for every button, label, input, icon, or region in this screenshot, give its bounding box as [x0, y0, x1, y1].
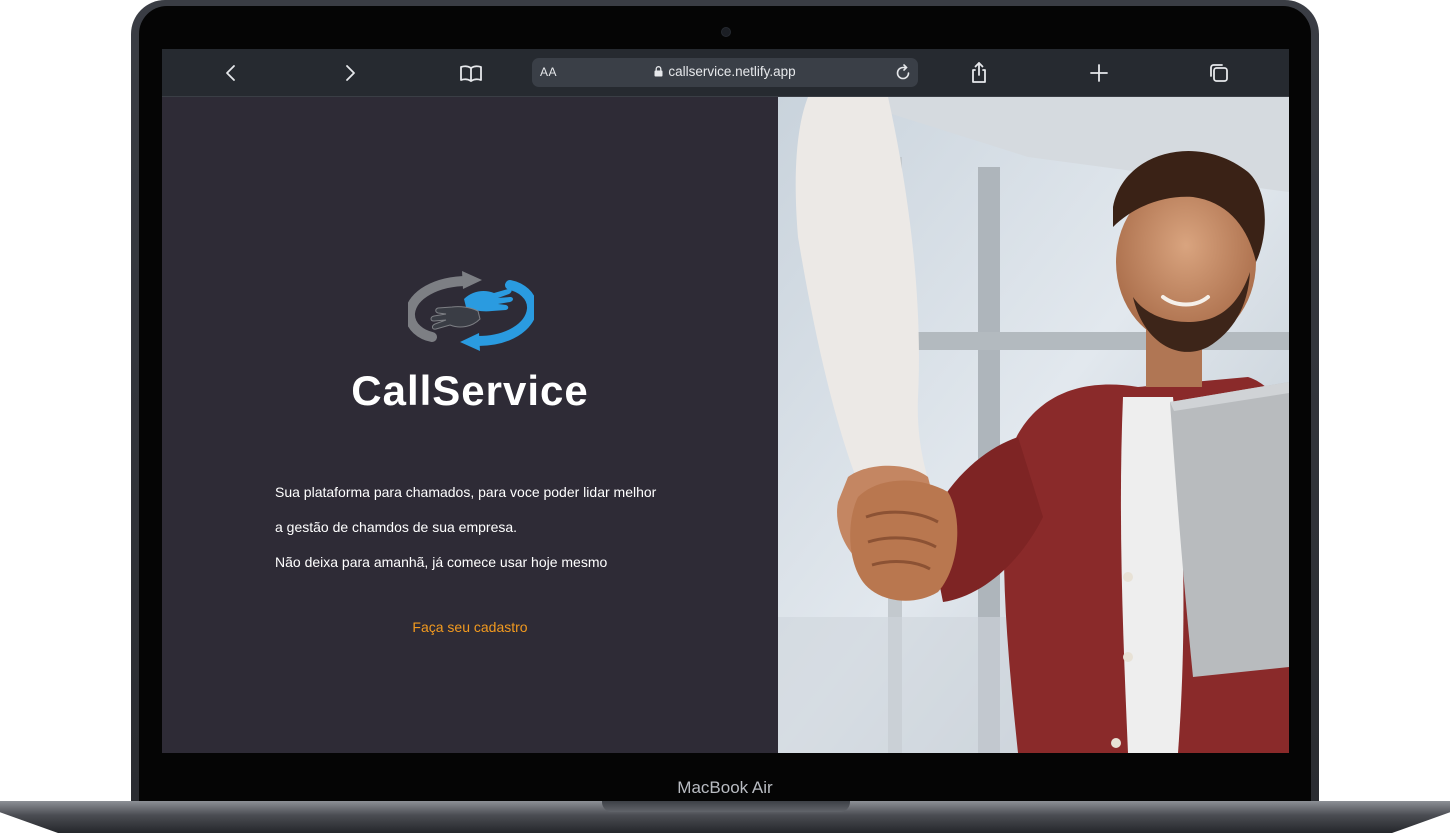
chevron-right-icon[interactable] [338, 61, 362, 85]
signup-link[interactable]: Faça seu cadastro [162, 619, 778, 635]
chevron-left-icon[interactable] [219, 61, 243, 85]
description-line: a gestão de chamdos de sua empresa. [275, 519, 518, 535]
hero-left-pane: CallService Sua plataforma para chamados… [162, 97, 778, 753]
url-text: callservice.netlify.app [668, 64, 796, 79]
brand-title: CallService [351, 367, 589, 414]
webcam-icon [721, 27, 731, 37]
hero-photo [778, 97, 1289, 753]
description: Sua plataforma para chamados, para voce … [275, 482, 656, 587]
callservice-logo [405, 269, 537, 353]
device-label: MacBook Air [677, 778, 773, 797]
reload-icon[interactable] [894, 62, 912, 87]
browser-toolbar: AA callservice.netlify.app [162, 49, 1289, 97]
address-bar[interactable]: AA callservice.netlify.app [532, 58, 918, 87]
lock-icon [654, 65, 663, 80]
share-icon[interactable] [967, 61, 991, 85]
description-line: Sua plataforma para chamados, para voce … [275, 484, 657, 500]
description-line: Não deixa para amanhã, já comece usar ho… [275, 554, 608, 570]
book-icon[interactable] [459, 61, 483, 85]
plus-icon[interactable] [1087, 61, 1111, 85]
screen: AA callservice.netlify.app CallService S… [162, 49, 1289, 753]
laptop-hinge [602, 801, 850, 812]
tabs-icon[interactable] [1207, 61, 1231, 85]
